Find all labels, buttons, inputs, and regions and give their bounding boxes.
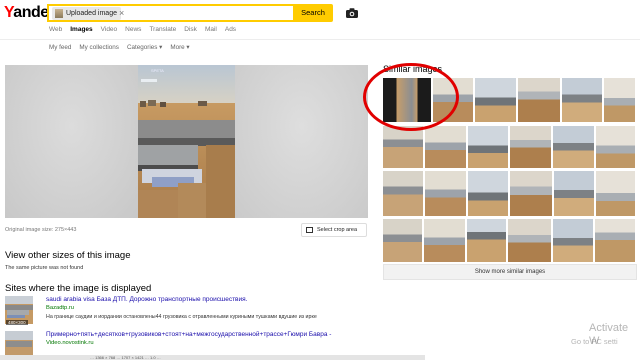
tab-translate[interactable]: Translate bbox=[149, 26, 176, 33]
show-more-similar-button[interactable]: Show more similar images bbox=[383, 264, 637, 280]
site-result[interactable]: 480×300 saudi arabia visa База ДТП. Доро… bbox=[5, 296, 375, 326]
sub-navigation: My feed My collections Categories ▾ More… bbox=[49, 44, 190, 51]
tab-mail[interactable]: Mail bbox=[205, 26, 217, 33]
nav-my-feed[interactable]: My feed bbox=[49, 44, 71, 51]
similar-image-thumbnail[interactable] bbox=[562, 78, 602, 122]
similar-image-thumbnail[interactable] bbox=[518, 78, 560, 122]
uploaded-image-thumb-icon bbox=[55, 9, 63, 18]
search-button[interactable]: Search bbox=[293, 4, 333, 22]
sites-heading: Sites where the image is displayed bbox=[5, 283, 152, 294]
search-tabs: Web Images Video News Translate Disk Mai… bbox=[49, 26, 236, 33]
similar-image-thumbnail[interactable] bbox=[383, 171, 423, 216]
similar-image-thumbnail[interactable] bbox=[425, 126, 466, 168]
header-divider bbox=[0, 39, 640, 40]
select-crop-area-button[interactable]: Select crop area bbox=[301, 223, 367, 237]
photo-watermark: SPETA bbox=[151, 68, 164, 73]
similar-image-thumbnail[interactable] bbox=[383, 219, 422, 262]
not-found-message: The same picture was not found bbox=[5, 265, 84, 271]
original-image-size: Original image size: 275×443 bbox=[5, 227, 77, 233]
similar-image-thumbnail[interactable] bbox=[510, 126, 551, 168]
similar-image-thumbnail[interactable] bbox=[553, 219, 593, 262]
uploaded-image-chip[interactable]: Uploaded image bbox=[52, 7, 121, 20]
similar-image-thumbnail[interactable] bbox=[475, 78, 516, 122]
nav-more[interactable]: More ▾ bbox=[170, 44, 189, 51]
blurred-left-fill bbox=[5, 65, 138, 218]
similar-image-thumbnail[interactable] bbox=[424, 219, 465, 262]
site-title-link[interactable]: Примерно+пять+десятков+грузовиков+стоят+… bbox=[46, 331, 331, 338]
tab-web[interactable]: Web bbox=[49, 26, 62, 33]
similar-image-thumbnail[interactable] bbox=[596, 171, 635, 216]
search-input[interactable]: Uploaded image × bbox=[47, 4, 293, 22]
go-to-settings-watermark: Go to PC setti bbox=[571, 337, 618, 346]
similar-image-thumbnail[interactable] bbox=[595, 219, 635, 262]
similar-image-thumbnail[interactable] bbox=[508, 219, 551, 262]
clear-icon[interactable]: × bbox=[119, 7, 124, 20]
site-domain[interactable]: Bazadtp.ru bbox=[46, 305, 74, 311]
similar-image-thumbnail[interactable] bbox=[604, 78, 635, 122]
similar-image-thumbnail[interactable] bbox=[596, 126, 635, 168]
thumbnail-size-badge: 480×300 bbox=[6, 320, 28, 325]
logo-first-letter: Y bbox=[4, 4, 14, 21]
similar-image-thumbnail[interactable] bbox=[510, 171, 552, 216]
site-result[interactable]: Примерно+пять+десятков+грузовиков+стоят+… bbox=[5, 331, 375, 359]
crop-icon bbox=[306, 227, 313, 233]
similar-image-thumbnail[interactable] bbox=[468, 126, 508, 168]
site-title-link[interactable]: saudi arabia visa База ДТП. Дорожно тран… bbox=[46, 296, 247, 303]
similar-image-thumbnail[interactable] bbox=[467, 219, 506, 262]
camera-icon[interactable] bbox=[345, 6, 359, 20]
query-image-viewer[interactable]: SPETA bbox=[5, 65, 368, 218]
tab-video[interactable]: Video bbox=[101, 26, 118, 33]
similar-image-thumbnail[interactable] bbox=[554, 171, 594, 216]
similar-image-thumbnail[interactable] bbox=[553, 126, 594, 168]
nav-my-collections[interactable]: My collections bbox=[79, 44, 119, 51]
tab-disk[interactable]: Disk bbox=[184, 26, 197, 33]
blurred-right-fill bbox=[235, 65, 368, 218]
other-sizes-heading: View other sizes of this image bbox=[5, 250, 131, 261]
nav-categories[interactable]: Categories ▾ bbox=[127, 44, 162, 51]
tab-news[interactable]: News bbox=[125, 26, 141, 33]
query-photo bbox=[138, 65, 235, 218]
site-domain[interactable]: Video.novostink.ru bbox=[46, 340, 94, 346]
similar-image-thumbnail[interactable] bbox=[383, 126, 423, 168]
site-description: На границе саудии и иордании остановлены… bbox=[46, 314, 317, 320]
status-bar: … 1366 × 768 … 1707 × 1421 … 1.0 … bbox=[0, 355, 425, 360]
red-circle-annotation bbox=[363, 63, 459, 131]
tab-ads[interactable]: Ads bbox=[225, 26, 236, 33]
tab-images[interactable]: Images bbox=[70, 26, 92, 33]
similar-image-thumbnail[interactable] bbox=[425, 171, 466, 216]
similar-image-thumbnail[interactable] bbox=[468, 171, 508, 216]
crop-button-label: Select crop area bbox=[317, 227, 358, 233]
chip-label: Uploaded image bbox=[66, 10, 117, 17]
